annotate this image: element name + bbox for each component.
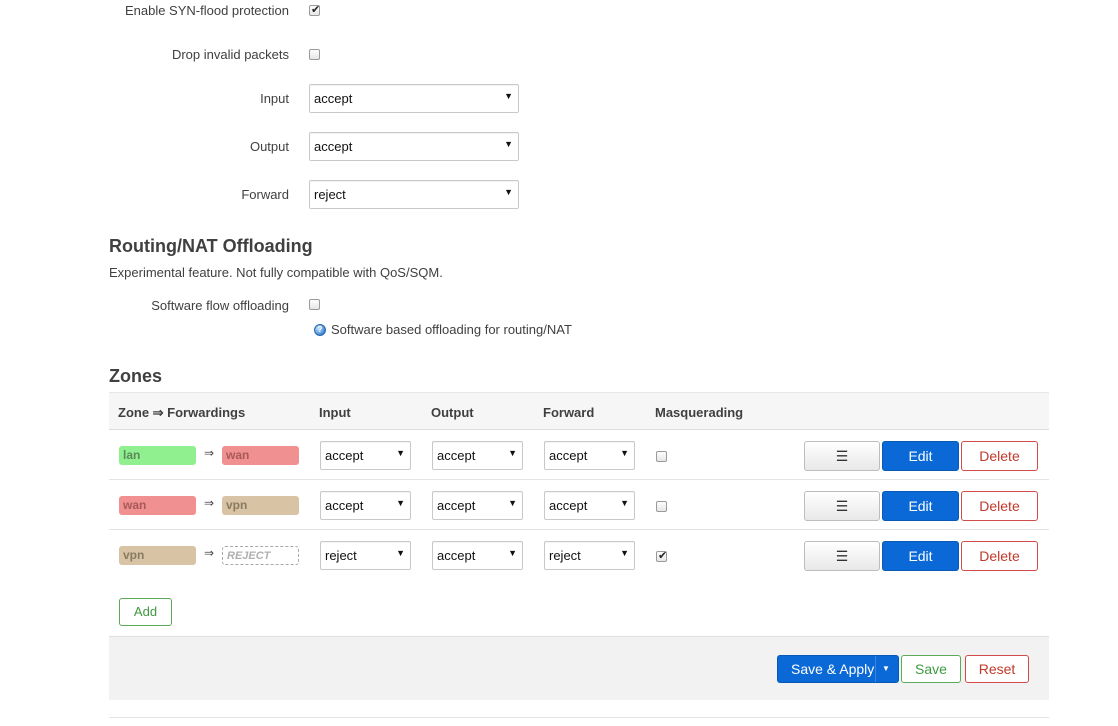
table-row: lan ⇒ wan accept ▼ accept ▼ accept ▼ ☰ E… (109, 430, 1049, 480)
sw-flow-hint: Software based offloading for routing/NA… (331, 322, 572, 337)
col-zone-forwardings: Zone ⇒ Forwardings (118, 405, 246, 420)
chevron-down-icon: ▼ (504, 139, 513, 149)
table-row: wan ⇒ vpn accept ▼ accept ▼ accept ▼ ☰ E… (109, 480, 1049, 530)
col-forward: Forward (543, 405, 595, 420)
zone-input-select[interactable]: accept ▼ (320, 441, 411, 470)
col-output: Output (431, 405, 474, 420)
zone-badge-dest: wan (222, 446, 299, 465)
chevron-down-icon: ▼ (396, 548, 405, 558)
info-icon: ? (314, 324, 326, 336)
zone-input-select[interactable]: accept ▼ (320, 491, 411, 520)
forward-select-value: reject (314, 187, 346, 202)
offloading-title: Routing/NAT Offloading (109, 236, 313, 256)
chevron-down-icon: ▼ (620, 448, 629, 458)
chevron-down-icon: ▼ (396, 498, 405, 508)
masquerading-checkbox[interactable] (656, 451, 667, 462)
zone-output-value: accept (437, 498, 476, 513)
add-zone-button[interactable]: Add (119, 598, 172, 626)
zone-forward-value: accept (549, 498, 588, 513)
zones-title: Zones (109, 366, 163, 386)
save-button[interactable]: Save (901, 655, 961, 683)
zone-input-value: accept (325, 448, 364, 463)
delete-button[interactable]: Delete (961, 491, 1038, 521)
edit-button[interactable]: Edit (882, 441, 959, 471)
output-select-value: accept (314, 139, 353, 154)
drag-menu-button[interactable]: ☰ (804, 491, 880, 521)
chevron-down-icon: ▼ (508, 548, 517, 558)
output-label: Output (249, 139, 289, 154)
forward-arrow-icon: ⇒ (204, 546, 215, 560)
output-select[interactable]: accept ▼ (309, 132, 519, 161)
input-select-value: accept (314, 91, 353, 106)
save-apply-label: Save & Apply (791, 661, 875, 677)
zone-output-select[interactable]: accept ▼ (432, 541, 523, 570)
chevron-down-icon: ▼ (504, 187, 513, 197)
input-select[interactable]: accept ▼ (309, 84, 519, 113)
sw-flow-checkbox[interactable] (309, 299, 320, 310)
zone-forward-value: reject (549, 548, 581, 563)
form-actions-bar: Save & Apply ▼ Save Reset (109, 636, 1049, 700)
chevron-down-icon: ▼ (508, 498, 517, 508)
forward-select[interactable]: reject ▼ (309, 180, 519, 209)
col-masquerading: Masquerading (655, 405, 744, 420)
zone-badge-lan: lan (119, 446, 196, 465)
zones-table-header: Zone ⇒ Forwardings Input Output Forward … (109, 392, 1049, 430)
offloading-description: Experimental feature. Not fully compatib… (109, 265, 443, 280)
save-apply-button[interactable]: Save & Apply ▼ (777, 655, 899, 683)
input-label: Input (260, 91, 289, 106)
table-row: vpn ⇒ REJECT reject ▼ accept ▼ reject ▼ … (109, 530, 1049, 580)
zone-badge-reject: REJECT (222, 546, 299, 565)
drop-invalid-checkbox[interactable] (309, 49, 320, 60)
zone-output-select[interactable]: accept ▼ (432, 441, 523, 470)
divider (109, 717, 1049, 718)
zone-output-value: accept (437, 548, 476, 563)
zone-input-value: reject (325, 548, 357, 563)
zone-forward-value: accept (549, 448, 588, 463)
drag-menu-button[interactable]: ☰ (804, 541, 880, 571)
zone-badge-dest: vpn (222, 496, 299, 515)
edit-button[interactable]: Edit (882, 541, 959, 571)
zone-forward-select[interactable]: accept ▼ (544, 441, 635, 470)
col-input: Input (319, 405, 351, 420)
syn-flood-label: Enable SYN-flood protection (124, 3, 289, 18)
drop-invalid-label: Drop invalid packets (171, 47, 289, 62)
checkmark-icon: ✔ (658, 550, 668, 562)
reset-button[interactable]: Reset (965, 655, 1029, 683)
chevron-down-icon: ▼ (620, 548, 629, 558)
chevron-down-icon: ▼ (504, 91, 513, 101)
zone-input-value: accept (325, 498, 364, 513)
zone-input-select[interactable]: reject ▼ (320, 541, 411, 570)
dropdown-divider (875, 656, 876, 682)
syn-flood-checkbox[interactable]: ✔ (309, 4, 321, 16)
forward-arrow-icon: ⇒ (204, 446, 215, 460)
zone-badge-vpn: vpn (119, 546, 196, 565)
chevron-down-icon: ▼ (620, 498, 629, 508)
chevron-down-icon: ▼ (508, 448, 517, 458)
zone-forward-select[interactable]: reject ▼ (544, 541, 635, 570)
delete-button[interactable]: Delete (961, 441, 1038, 471)
edit-button[interactable]: Edit (882, 491, 959, 521)
drag-menu-button[interactable]: ☰ (804, 441, 880, 471)
checkmark-icon: ✔ (311, 4, 321, 16)
sw-flow-label: Software flow offloading (151, 298, 289, 313)
forward-label: Forward (241, 187, 289, 202)
zone-forward-select[interactable]: accept ▼ (544, 491, 635, 520)
chevron-down-icon: ▼ (396, 448, 405, 458)
masquerading-checkbox[interactable] (656, 501, 667, 512)
zone-output-select[interactable]: accept ▼ (432, 491, 523, 520)
zone-badge-wan: wan (119, 496, 196, 515)
delete-button[interactable]: Delete (961, 541, 1038, 571)
forward-arrow-icon: ⇒ (204, 496, 215, 510)
chevron-down-icon[interactable]: ▼ (882, 656, 890, 682)
masquerading-checkbox[interactable]: ✔ (656, 550, 668, 562)
zone-output-value: accept (437, 448, 476, 463)
